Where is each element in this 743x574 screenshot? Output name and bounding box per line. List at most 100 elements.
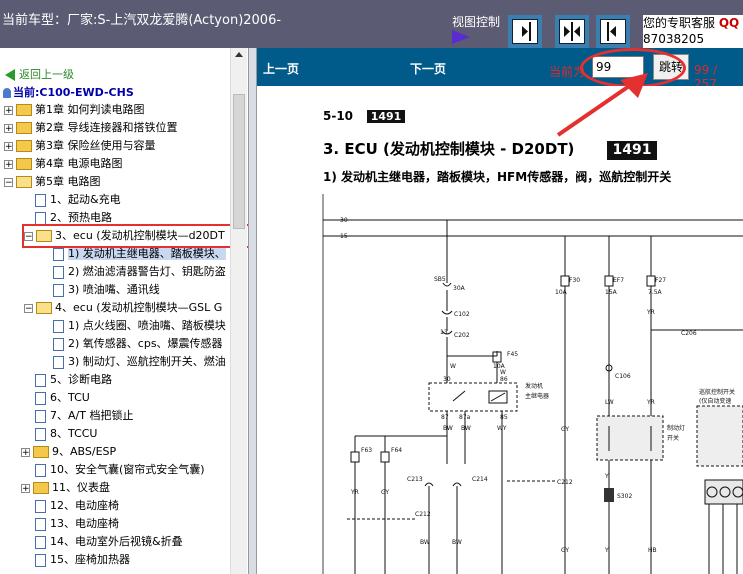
- tree-item-5-1[interactable]: 1、起动&充电: [35, 191, 121, 209]
- tree-item-5-6[interactable]: 6、TCU: [35, 389, 90, 407]
- page-icon: [53, 319, 64, 333]
- tree-item-5-4-1[interactable]: 1) 点火线圈、喷油嘴、踏板模块: [53, 317, 226, 335]
- support-qq[interactable]: QQ: [719, 16, 739, 30]
- tree-item-5-13[interactable]: 13、电动座椅: [35, 515, 119, 533]
- wire-gy-3: GY: [561, 547, 569, 554]
- tree-item-5-8[interactable]: 8、TCCU: [35, 425, 98, 443]
- tree-item-ch4[interactable]: + 第4章 电源电路图: [4, 155, 123, 173]
- expand-icon: +: [21, 483, 30, 494]
- tree-item-5-4-3[interactable]: 3) 制动灯、巡航控制开关、燃油: [53, 353, 226, 371]
- s302-label: S302: [617, 493, 632, 500]
- wire-lw: LW: [605, 399, 614, 406]
- page-icon: [35, 373, 46, 387]
- car-model-label: 当前车型：厂家:S-上汽双龙爱腾(Actyon)2006-: [2, 13, 282, 28]
- wire-gy-2: GY: [561, 426, 569, 433]
- collapse-icon: −: [4, 177, 13, 188]
- tree-item-5-7[interactable]: 7、A/T 档把锁止: [35, 407, 133, 425]
- c212-label-left: C212: [415, 511, 431, 518]
- page-icon: [53, 283, 64, 297]
- scroll-up-icon[interactable]: [235, 52, 243, 57]
- f27-label: F27: [655, 277, 666, 284]
- view-control-label: 视图控制: [452, 15, 501, 29]
- collapse-icon: −: [24, 303, 33, 314]
- highlight-box: [22, 224, 250, 248]
- c212-label-right: C212: [557, 479, 573, 486]
- c213-label: C213: [407, 476, 423, 483]
- c214-label: C214: [472, 476, 488, 483]
- back-label[interactable]: 返回上一级: [19, 68, 74, 81]
- f63-label: F63: [361, 447, 372, 454]
- view-control-arrow-icon[interactable]: [452, 30, 470, 44]
- highlight-ellipse: [580, 48, 686, 88]
- wire-y-2: Y: [604, 547, 609, 554]
- current-location: 当前:C100-EWD-CHS: [3, 84, 134, 100]
- tree-item-5-12[interactable]: 12、电动座椅: [35, 497, 119, 515]
- computer-icon: [3, 88, 11, 98]
- relay-label-2: 主继电器: [525, 392, 549, 400]
- folder-icon: [16, 140, 32, 152]
- tree-item-5-10[interactable]: 10、安全气囊(窗帘式安全气囊): [35, 461, 205, 479]
- tree-item-5-3-2[interactable]: 2) 燃油滤清器警告灯、钥匙防盗: [53, 263, 226, 281]
- support-box: 您的专职客服 QQ 87038205: [643, 15, 743, 48]
- tree-item-5-4-2[interactable]: 2) 氧传感器、cps、爆震传感器: [53, 335, 223, 353]
- tree-item-5-9[interactable]: +9、ABS/ESP: [21, 443, 116, 461]
- tree-scrollbar[interactable]: [230, 48, 247, 574]
- tree-item-5-3-3[interactable]: 3) 喷油嘴、通讯线: [53, 281, 160, 299]
- folder-icon: [33, 446, 49, 458]
- relay-pin-87: 87: [441, 414, 449, 421]
- wire-bw-4: BW: [452, 539, 462, 546]
- wire-wy-1: WY: [497, 425, 507, 432]
- f45-label: F45: [507, 351, 518, 358]
- sb5-amp: 30A: [453, 285, 466, 292]
- support-phone: 87038205: [643, 32, 705, 46]
- pane-divider[interactable]: [248, 48, 257, 574]
- wire-w-1: W: [450, 363, 456, 370]
- page-icon: [35, 499, 46, 513]
- wire-bw-3: BW: [420, 539, 430, 546]
- c102-label: C102: [454, 311, 470, 318]
- scroll-thumb[interactable]: [233, 94, 245, 229]
- page-icon: [35, 409, 46, 423]
- tree-item-5-5[interactable]: 5、诊断电路: [35, 371, 112, 389]
- page-icon: [53, 337, 64, 351]
- expand-icon: +: [4, 141, 13, 152]
- folder-icon: [16, 104, 32, 116]
- tree-item-ch2[interactable]: + 第2章 导线连接器和搭铁位置: [4, 119, 178, 137]
- page-icon: [53, 247, 64, 261]
- page-icon: [35, 391, 46, 405]
- page-icon: [35, 427, 46, 441]
- wire-yr-2: YR: [646, 309, 655, 316]
- prev-page-button[interactable]: 上一页: [263, 60, 299, 77]
- cruise-label-1: 巡航控制开关: [699, 388, 735, 396]
- relay-pin-85: 85: [500, 414, 508, 421]
- folder-icon: [16, 158, 32, 170]
- wire-yr-3: YR: [646, 399, 655, 406]
- ef7-label: EF7: [613, 277, 624, 284]
- f30-label: F30: [569, 277, 580, 284]
- brake-label-1: 制动灯: [667, 424, 685, 432]
- view-right-only-button[interactable]: [596, 15, 630, 48]
- open-folder-icon: [36, 302, 52, 314]
- back-link[interactable]: 返回上一级: [5, 66, 74, 82]
- relay-label-1: 发动机: [525, 382, 543, 390]
- tree-item-5-11[interactable]: +11、仪表盘: [21, 479, 110, 497]
- document-view: 5-10 1491 3. ECU (发动机控制模块 - D20DT) 1491 …: [257, 86, 743, 574]
- folder-icon: [16, 122, 32, 134]
- page-icon: [35, 211, 46, 225]
- tree-item-5-4[interactable]: −4、ecu (发动机控制模块—GSL G: [24, 299, 222, 317]
- sb5-label: SB5: [434, 276, 446, 283]
- view-split-button[interactable]: [555, 15, 589, 48]
- wire-gy-1: GY: [381, 489, 389, 496]
- tree-item-ch1[interactable]: + 第1章 如何判读电路图: [4, 101, 145, 119]
- tree-item-ch5[interactable]: − 第5章 电路图: [4, 173, 101, 191]
- tree-item-5-15[interactable]: 15、座椅加热器: [35, 551, 130, 569]
- tree-item-5-14[interactable]: 14、电动室外后视镜&折叠: [35, 533, 183, 551]
- tree-item-ch3[interactable]: + 第3章 保险丝使用与容量: [4, 137, 156, 155]
- c106-label: C106: [615, 373, 631, 380]
- next-page-button[interactable]: 下一页: [410, 60, 446, 77]
- page-icon: [35, 463, 46, 477]
- page-icon: [35, 193, 46, 207]
- view-left-only-button[interactable]: [508, 15, 542, 48]
- page-icon: [35, 517, 46, 531]
- expand-icon: +: [4, 159, 13, 170]
